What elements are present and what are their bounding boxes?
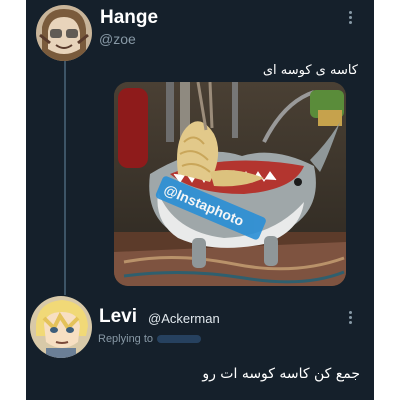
reply-author-name[interactable]: Levi xyxy=(99,306,137,328)
levi-avatar[interactable] xyxy=(30,296,92,358)
more-vertical-icon[interactable] xyxy=(349,311,353,326)
reply-author-handle[interactable]: @Ackerman xyxy=(148,311,220,326)
replying-to-label: Replying to xyxy=(98,333,154,345)
tweet-author-handle[interactable]: @zoe xyxy=(99,31,136,47)
hange-avatar[interactable] xyxy=(36,5,92,61)
tweet-thread-screen: Hange @zoe کاسه ی کوسه ای @Instaphoto Le… xyxy=(26,0,374,400)
reply-text: جمع کن کاسه کوسه ات رو xyxy=(202,366,360,382)
tweet-author-name[interactable]: Hange xyxy=(100,7,158,29)
tweet-media-image[interactable] xyxy=(114,82,346,286)
thread-connector-line xyxy=(64,60,66,295)
tweet-text: کاسه ی کوسه ای xyxy=(262,63,358,78)
redacted-mention xyxy=(157,335,202,344)
replying-to-line: Replying to xyxy=(98,333,202,345)
more-vertical-icon[interactable] xyxy=(349,11,353,26)
